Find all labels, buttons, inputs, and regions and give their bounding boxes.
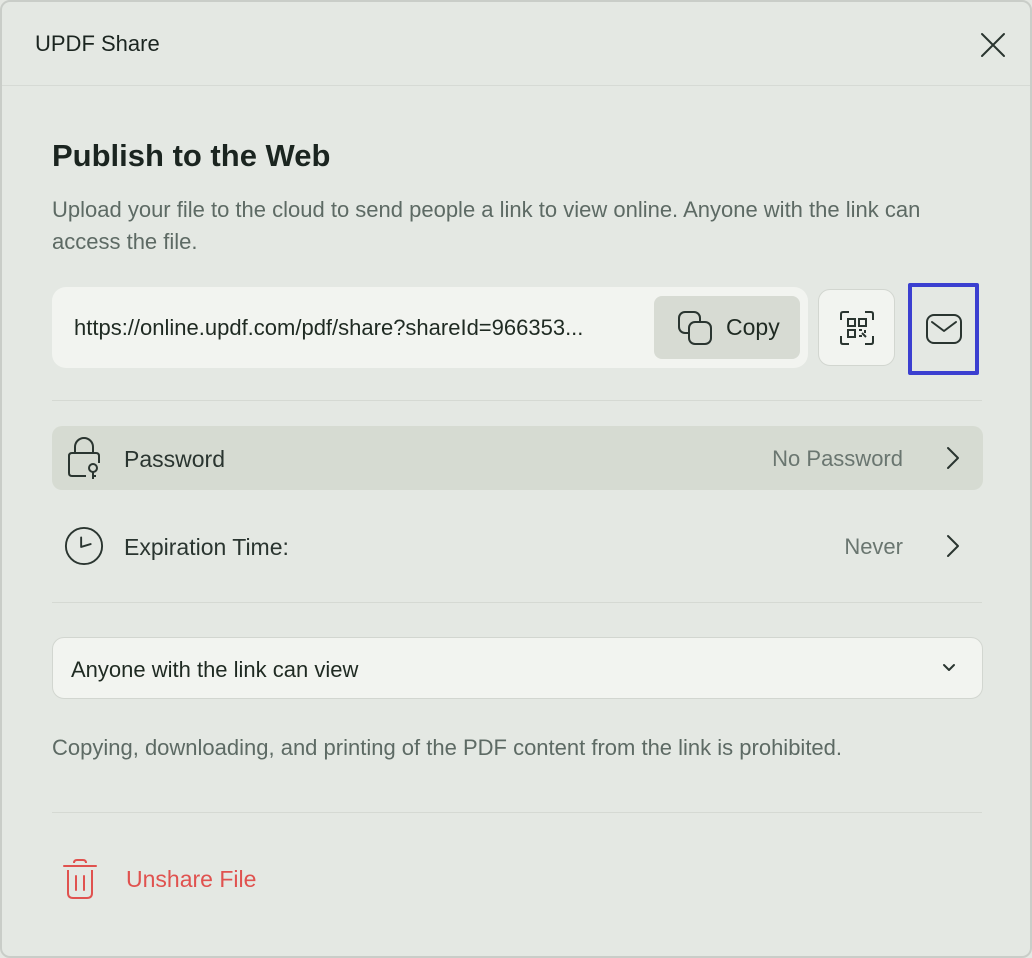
- chevron-right-icon: [947, 535, 959, 557]
- divider: [52, 812, 982, 813]
- lock-icon: [68, 437, 100, 479]
- password-label: Password: [124, 446, 225, 472]
- chevron-down-icon: [943, 664, 955, 671]
- permission-note: Copying, downloading, and printing of th…: [52, 735, 843, 760]
- password-value: No Password: [772, 446, 903, 471]
- clock-icon: [64, 526, 104, 566]
- expiration-setting-row[interactable]: Expiration Time: Never: [52, 514, 983, 578]
- trash-icon: [63, 859, 97, 899]
- share-link-box: https://online.updf.com/pdf/share?shareI…: [52, 287, 808, 368]
- unshare-file-label: Unshare File: [126, 865, 257, 892]
- expiration-label: Expiration Time:: [124, 534, 289, 560]
- title-bar: UPDF Share: [2, 2, 1030, 86]
- expiration-value: Never: [844, 534, 903, 559]
- chevron-right-icon: [947, 447, 959, 469]
- qr-code-button[interactable]: [818, 289, 895, 366]
- qr-code-icon: [839, 310, 874, 345]
- window-title: UPDF Share: [35, 31, 160, 56]
- unshare-file-button[interactable]: Unshare File: [62, 854, 256, 904]
- close-button[interactable]: [974, 26, 1012, 64]
- page-title: Publish to the Web: [52, 138, 331, 173]
- share-link-url[interactable]: https://online.updf.com/pdf/share?shareI…: [74, 315, 634, 341]
- divider: [52, 602, 982, 603]
- page-description: Upload your file to the cloud to send pe…: [52, 197, 921, 254]
- share-dialog: UPDF Share Publish to the Web Upload you…: [0, 0, 1032, 958]
- permission-selected: Anyone with the link can view: [71, 657, 359, 682]
- close-icon: [981, 33, 1005, 57]
- mail-icon: [925, 314, 962, 344]
- copy-icon: [678, 310, 712, 345]
- divider: [52, 400, 982, 401]
- copy-button-label: Copy: [726, 314, 780, 340]
- email-share-button[interactable]: [908, 283, 979, 375]
- password-setting-row[interactable]: Password No Password: [52, 426, 983, 490]
- permission-dropdown[interactable]: Anyone with the link can view: [52, 637, 983, 699]
- copy-link-button[interactable]: Copy: [654, 296, 800, 359]
